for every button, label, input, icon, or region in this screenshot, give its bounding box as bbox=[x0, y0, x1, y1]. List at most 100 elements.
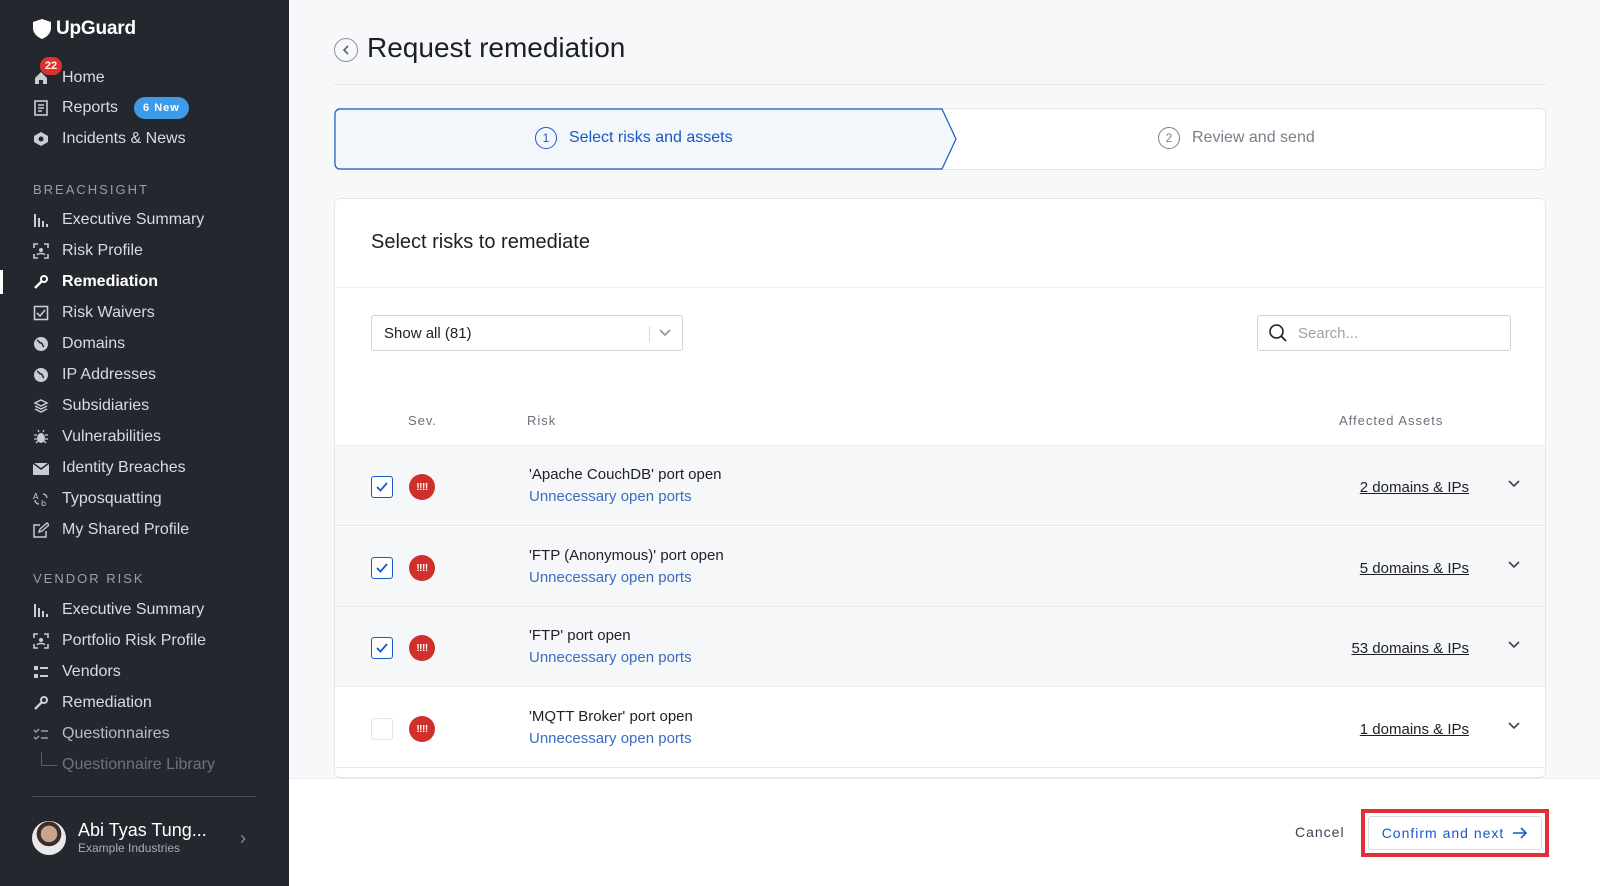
layers-icon bbox=[32, 397, 50, 415]
row-checkbox[interactable] bbox=[371, 718, 393, 740]
table-row[interactable]: !!!! 'Apache CouchDB' port open Unnecessar… bbox=[335, 446, 1545, 526]
column-header-risk[interactable]: Risk bbox=[527, 413, 556, 428]
title-divider bbox=[334, 84, 1546, 85]
tree-connector bbox=[41, 752, 57, 766]
bug-icon bbox=[32, 428, 50, 446]
svg-text:A: A bbox=[33, 492, 39, 501]
globe-icon bbox=[32, 335, 50, 353]
bar-chart-icon bbox=[32, 601, 50, 619]
nav-risk-waivers[interactable]: Risk Waivers bbox=[32, 299, 155, 327]
nav-my-shared-profile[interactable]: My Shared Profile bbox=[32, 516, 189, 544]
nav-incidents-news[interactable]: Incidents & News bbox=[32, 125, 186, 153]
nav-label: Executive Summary bbox=[62, 211, 205, 228]
nav-subsidiaries[interactable]: Subsidiaries bbox=[32, 392, 149, 420]
affected-assets-link[interactable]: 53 domains & IPs bbox=[1351, 640, 1469, 657]
nav-label: Typosquatting bbox=[62, 490, 162, 507]
new-reports-badge: 6 New bbox=[134, 97, 189, 119]
wrench-icon bbox=[32, 694, 50, 712]
chevron-down-icon[interactable] bbox=[1507, 476, 1521, 495]
checkmark-icon bbox=[376, 563, 388, 573]
nav-vulnerabilities[interactable]: Vulnerabilities bbox=[32, 423, 161, 451]
arrow-right-icon bbox=[1513, 827, 1528, 839]
step-review-send[interactable]: 2 Review and send bbox=[1158, 127, 1315, 149]
table-row[interactable]: !!!! 'FTP' port open Unnecessary open port… bbox=[335, 607, 1545, 687]
section-label-vendor-risk: VENDOR RISK bbox=[33, 571, 145, 586]
column-header-severity[interactable]: Sev. bbox=[408, 413, 437, 428]
affected-assets-link[interactable]: 2 domains & IPs bbox=[1360, 479, 1469, 496]
step-select-risks[interactable]: 1 Select risks and assets bbox=[334, 108, 957, 170]
search-icon bbox=[1269, 324, 1287, 342]
severity-critical-icon: !!!! bbox=[409, 716, 435, 742]
home-notification-badge: 22 bbox=[40, 57, 62, 75]
risk-name: 'FTP' port open bbox=[529, 627, 631, 644]
search-box[interactable] bbox=[1257, 315, 1511, 351]
nav-vendors[interactable]: Vendors bbox=[32, 658, 121, 686]
filter-dropdown[interactable]: Show all (81) bbox=[371, 315, 683, 351]
severity-critical-icon: !!!! bbox=[409, 555, 435, 581]
nav-questionnaires[interactable]: Questionnaires bbox=[32, 720, 170, 748]
user-profile[interactable]: Abi Tyas Tung... Example Industries bbox=[32, 820, 207, 855]
checkbox-icon bbox=[32, 304, 50, 322]
nav-domains[interactable]: Domains bbox=[32, 330, 125, 358]
checkmark-icon bbox=[376, 482, 388, 492]
step-1-content: 1 Select risks and assets bbox=[535, 127, 733, 149]
confirm-and-next-button[interactable]: Confirm and next bbox=[1368, 816, 1542, 850]
nav-vendor-remediation[interactable]: Remediation bbox=[32, 689, 152, 717]
nav-label: Domains bbox=[62, 335, 126, 352]
incidents-icon bbox=[32, 130, 50, 148]
page-title: Request remediation bbox=[367, 32, 626, 63]
section-label-breachsight: BREACHSIGHT bbox=[33, 182, 149, 197]
nav-portfolio-risk-profile[interactable]: Portfolio Risk Profile bbox=[32, 627, 206, 655]
nav-typosquatting[interactable]: Ab Typosquatting bbox=[32, 485, 162, 513]
typosquat-icon: Ab bbox=[32, 490, 50, 508]
row-checkbox[interactable] bbox=[371, 637, 393, 659]
column-header-affected-assets[interactable]: Affected Assets bbox=[1339, 413, 1443, 428]
risk-name: 'MQTT Broker' port open bbox=[529, 708, 693, 725]
user-org: Example Industries bbox=[78, 841, 181, 855]
chevron-down-icon[interactable] bbox=[1507, 637, 1521, 656]
checklist-icon bbox=[32, 725, 50, 743]
nav-label: Remediation bbox=[62, 273, 159, 290]
nav-label: Risk Profile bbox=[62, 242, 143, 259]
nav-remediation[interactable]: Remediation bbox=[0, 268, 159, 296]
user-name: Abi Tyas Tung... bbox=[78, 820, 207, 840]
affected-assets-link[interactable]: 1 domains & IPs bbox=[1360, 721, 1469, 738]
nav-executive-summary[interactable]: Executive Summary bbox=[32, 206, 204, 234]
nav-risk-profile[interactable]: Risk Profile bbox=[32, 237, 143, 265]
risk-name: 'Apache CouchDB' port open bbox=[529, 466, 722, 483]
footer-bar: Cancel Confirm and next bbox=[289, 778, 1600, 886]
table-row[interactable]: !!!! 'MQTT Broker' port open Unnecessary o… bbox=[335, 688, 1545, 768]
main-content: Request remediation 1 Select risks and a… bbox=[289, 0, 1600, 886]
nav-label: Home bbox=[62, 69, 105, 86]
chevron-down-icon[interactable] bbox=[1507, 718, 1521, 737]
nav-identity-breaches[interactable]: Identity Breaches bbox=[32, 454, 186, 482]
row-checkbox[interactable] bbox=[371, 557, 393, 579]
dropdown-separator bbox=[649, 326, 650, 342]
chevron-left-icon bbox=[342, 45, 349, 55]
nav-reports[interactable]: Reports 6 New bbox=[32, 94, 189, 122]
table-row[interactable]: !!!! 'FTP (Anonymous)' port open Unnecessa… bbox=[335, 527, 1545, 607]
nav-ip-addresses[interactable]: IP Addresses bbox=[32, 361, 156, 389]
back-button[interactable] bbox=[334, 38, 358, 62]
select-risks-card: Select risks to remediate Show all (81) … bbox=[334, 198, 1546, 778]
report-icon bbox=[32, 99, 50, 117]
upguard-logo[interactable]: UpGuard bbox=[32, 18, 136, 40]
severity-critical-icon: !!!! bbox=[409, 474, 435, 500]
nav-label: Portfolio Risk Profile bbox=[62, 632, 207, 649]
nav-vendor-executive-summary[interactable]: Executive Summary bbox=[32, 596, 204, 624]
chevron-right-icon[interactable]: › bbox=[240, 828, 246, 849]
bar-chart-icon bbox=[32, 211, 50, 229]
risk-category: Unnecessary open ports bbox=[529, 730, 692, 747]
svg-text:b: b bbox=[41, 499, 46, 507]
nav-label: Vendors bbox=[62, 663, 121, 680]
shield-logo-icon bbox=[33, 19, 51, 39]
search-input[interactable] bbox=[1298, 324, 1488, 342]
cancel-button[interactable]: Cancel bbox=[1295, 824, 1345, 840]
sidebar: UpGuard 22 Home Reports 6 New Incidents … bbox=[0, 0, 289, 886]
chevron-down-icon[interactable] bbox=[1507, 557, 1521, 576]
nav-label: Questionnaire Library bbox=[62, 756, 215, 773]
step-number: 1 bbox=[535, 127, 557, 149]
affected-assets-link[interactable]: 5 domains & IPs bbox=[1360, 560, 1469, 577]
row-checkbox[interactable] bbox=[371, 476, 393, 498]
nav-questionnaire-library[interactable]: Questionnaire Library bbox=[62, 751, 215, 779]
